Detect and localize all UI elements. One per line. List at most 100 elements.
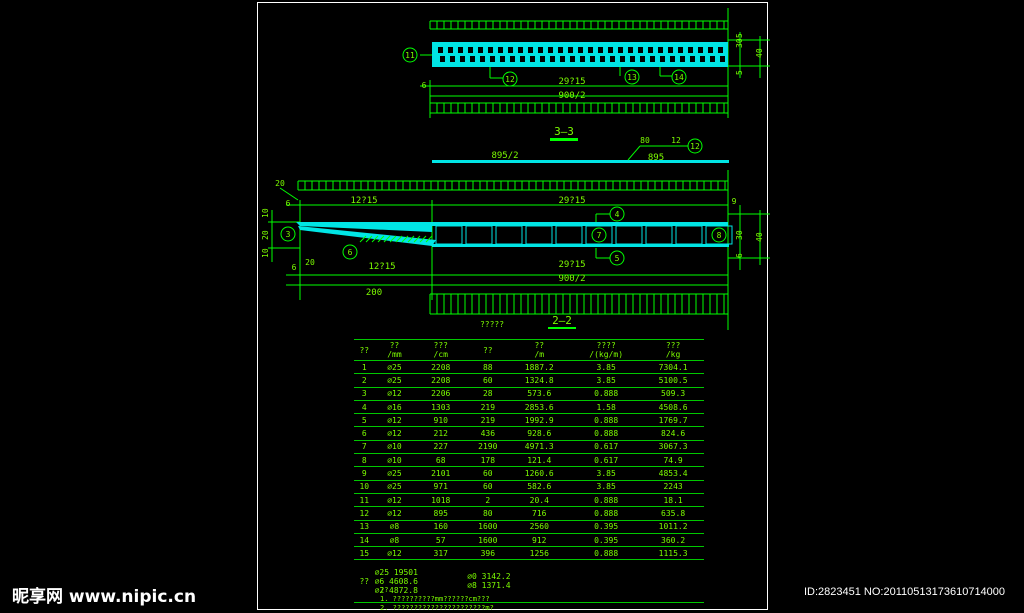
section22-title-underline [548, 327, 576, 329]
table-cell: 7 [354, 440, 375, 455]
beam-hole [600, 56, 605, 62]
bar12-top-a: 80 [640, 136, 650, 145]
table-cell: 5 [354, 413, 375, 428]
beam-hole [478, 47, 483, 53]
s22-bot-20: 20 [305, 258, 315, 267]
table-cell: 68 [414, 453, 468, 468]
beam-hole [540, 56, 545, 62]
table-cell: ⌀8 [374, 520, 415, 534]
section33-dim-5b: 5 [735, 33, 744, 38]
table-cell: 2101 [414, 466, 468, 481]
table-cell: 824.6 [642, 426, 704, 441]
section33-beam [432, 42, 728, 67]
beam-hole [558, 47, 563, 53]
callout-11: 11 [405, 51, 415, 60]
table-cell: 1011.2 [642, 520, 704, 534]
table-cell: 88 [467, 360, 509, 375]
table-cell: ⌀12 [374, 506, 415, 521]
bar12-top-b: 12 [671, 136, 681, 145]
notes: ?? 1. ??????????mm??????cm??? 2. ???????… [380, 586, 494, 613]
section33-dim-30: 30 [735, 38, 744, 48]
table-cell: 1256 [508, 546, 571, 561]
beam-hole [640, 56, 645, 62]
beam-hole [550, 56, 555, 62]
table-cell: ⌀12 [374, 546, 415, 561]
s22-bot-2915: 29?15 [558, 260, 585, 270]
beam-hole [518, 47, 523, 53]
table-row: 5 ⌀12 910 219 1992.9 0.888 1769.7 [354, 413, 704, 428]
table-cell: 5100.5 [642, 373, 704, 388]
summary-label: ?? [354, 559, 375, 604]
image-id-watermark: ID:2823451 NO:20110513173610714000 [804, 586, 1006, 598]
beam-hole [438, 47, 443, 53]
table-row: 11 ⌀12 1018 2 20.4 0.888 18.1 [354, 493, 704, 508]
table-cell: 3 [354, 387, 375, 401]
table-cell: 121.4 [508, 453, 571, 468]
table-cell: 11 [354, 493, 375, 508]
beam-hole [570, 56, 575, 62]
table-cell: 3.85 [570, 480, 643, 494]
beam-hole [678, 47, 683, 53]
table-cell: ⌀12 [374, 413, 415, 428]
table-row: 1 ⌀25 2208 88 1887.2 3.85 7304.1 [354, 360, 704, 375]
beam-hole [710, 56, 715, 62]
callout-14: 14 [674, 73, 684, 82]
table-row: 14 ⌀8 57 1600 912 0.395 360.2 [354, 533, 704, 548]
beam-hole [538, 47, 543, 53]
callout-7: 7 [597, 231, 602, 240]
beam-hole [440, 56, 445, 62]
table-cell: 2853.6 [508, 400, 571, 415]
beam-hole [480, 56, 485, 62]
beam-hole [578, 47, 583, 53]
table-header-cell: ?? [354, 339, 375, 361]
callout-3: 3 [286, 230, 291, 239]
table-cell: 1600 [467, 533, 509, 548]
table-cell: 971 [414, 480, 468, 494]
s22-dim-6: 6 [286, 199, 291, 208]
beam-hole [658, 47, 663, 53]
beam-hole [590, 56, 595, 62]
beam-hole [700, 56, 705, 62]
table-cell: ⌀12 [374, 387, 415, 401]
table-caption: ????? [480, 320, 504, 329]
table-cell: 60 [467, 480, 509, 494]
beam-hole [490, 56, 495, 62]
table-cell: 60 [467, 466, 509, 481]
beam-hole [470, 56, 475, 62]
table-cell: 4508.6 [642, 400, 704, 415]
table-cell: 3.85 [570, 466, 643, 481]
table-cell: 317 [414, 546, 468, 561]
bar12-left-dim: 895/2 [491, 151, 518, 161]
s22-right-9: 9 [732, 197, 737, 206]
table-cell: 4853.4 [642, 466, 704, 481]
beam-hole [588, 47, 593, 53]
table-cell: 2206 [414, 387, 468, 401]
table-cell: 160 [414, 520, 468, 534]
section33-bottom-ladder [429, 102, 728, 114]
callout-12: 12 [505, 75, 515, 84]
beam-hole [488, 47, 493, 53]
table-cell: 2208 [414, 373, 468, 388]
table-row: 7 ⌀10 227 2190 4971.3 0.617 3067.3 [354, 440, 704, 455]
bar12-callout: 12 [690, 142, 700, 151]
callout-13: 13 [627, 73, 637, 82]
beam-hole [520, 56, 525, 62]
table-cell: 1324.8 [508, 373, 571, 388]
beam-hole [668, 47, 673, 53]
table-cell: 212 [414, 426, 468, 441]
table-cell: 635.8 [642, 506, 704, 521]
stirrup [435, 225, 463, 245]
s22-dim-1215: 12?15 [350, 196, 377, 206]
stirrup [615, 225, 643, 245]
table-cell: 1018 [414, 493, 468, 508]
beam-hole [508, 47, 513, 53]
table-header-cell: ?? /mm [374, 339, 415, 361]
table-cell: 178 [467, 453, 509, 468]
table-row: 6 ⌀12 212 436 928.6 0.888 824.6 [354, 426, 704, 441]
table-cell: 3.85 [570, 373, 643, 388]
table-cell: ⌀8 [374, 533, 415, 548]
table-cell: ⌀12 [374, 493, 415, 508]
callout-5: 5 [615, 254, 620, 263]
table-cell: 1115.3 [642, 546, 704, 561]
table-cell: 0.617 [570, 453, 643, 468]
